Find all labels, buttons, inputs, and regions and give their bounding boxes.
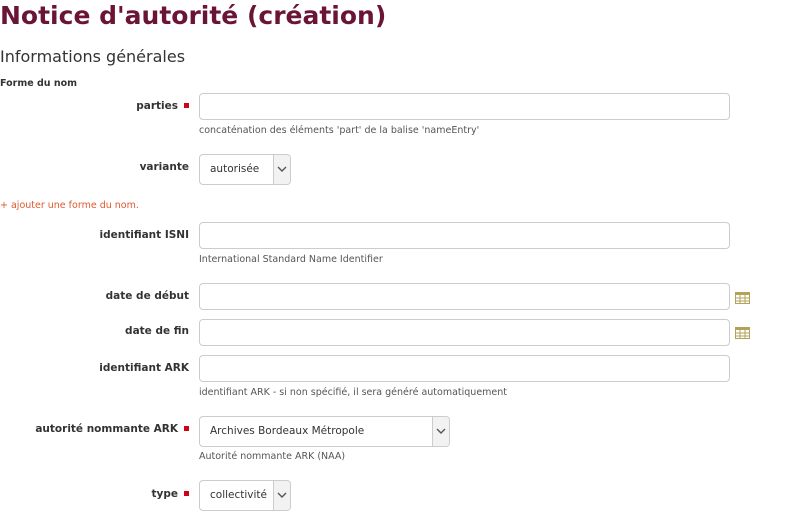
fieldset-legend: Forme du nom <box>0 78 78 89</box>
isni-help: International Standard Name Identifier <box>199 254 383 265</box>
autorite-ark-select[interactable]: Archives Bordeaux Métropole <box>199 416 450 447</box>
type-label: type <box>151 488 189 500</box>
parties-help: concaténation des éléments 'part' de la … <box>199 125 480 136</box>
autorite-ark-help: Autorité nommante ARK (NAA) <box>199 451 346 462</box>
chevron-down-icon[interactable] <box>432 417 449 446</box>
type-label-text: type <box>151 488 178 500</box>
add-name-form-link[interactable]: + ajouter une forme du nom. <box>0 200 139 211</box>
calendar-icon[interactable] <box>735 292 750 304</box>
ark-help: identifiant ARK - si non spécifié, il se… <box>199 387 508 398</box>
variante-select[interactable]: autorisée <box>199 154 291 185</box>
ark-input[interactable] <box>199 355 730 382</box>
variante-select-value: autorisée <box>210 163 260 175</box>
date-debut-input[interactable] <box>199 283 730 310</box>
required-marker <box>184 490 189 496</box>
date-fin-input[interactable] <box>199 319 730 346</box>
required-marker <box>184 102 189 108</box>
page-title: Notice d'autorité (création) <box>0 1 387 30</box>
ark-label: identifiant ARK <box>99 362 189 374</box>
variante-label: variante <box>139 161 189 173</box>
parties-label: parties <box>136 100 189 112</box>
section-title: Informations générales <box>0 47 186 66</box>
autorite-ark-label-text: autorité nommante ARK <box>35 423 178 435</box>
isni-label: identifiant ISNI <box>99 229 189 241</box>
chevron-down-icon[interactable] <box>273 155 290 184</box>
type-select-value: collectivité <box>210 489 268 501</box>
date-debut-label: date de début <box>105 290 189 302</box>
calendar-icon[interactable] <box>735 327 750 339</box>
required-marker <box>184 425 189 431</box>
type-select[interactable]: collectivité <box>199 480 291 511</box>
chevron-down-icon[interactable] <box>273 481 290 510</box>
parties-label-text: parties <box>136 100 178 112</box>
parties-input[interactable] <box>199 93 730 120</box>
autorite-ark-select-value: Archives Bordeaux Métropole <box>210 425 365 437</box>
isni-input[interactable] <box>199 222 730 249</box>
autorite-ark-label: autorité nommante ARK <box>35 423 189 435</box>
date-fin-label: date de fin <box>125 325 189 337</box>
